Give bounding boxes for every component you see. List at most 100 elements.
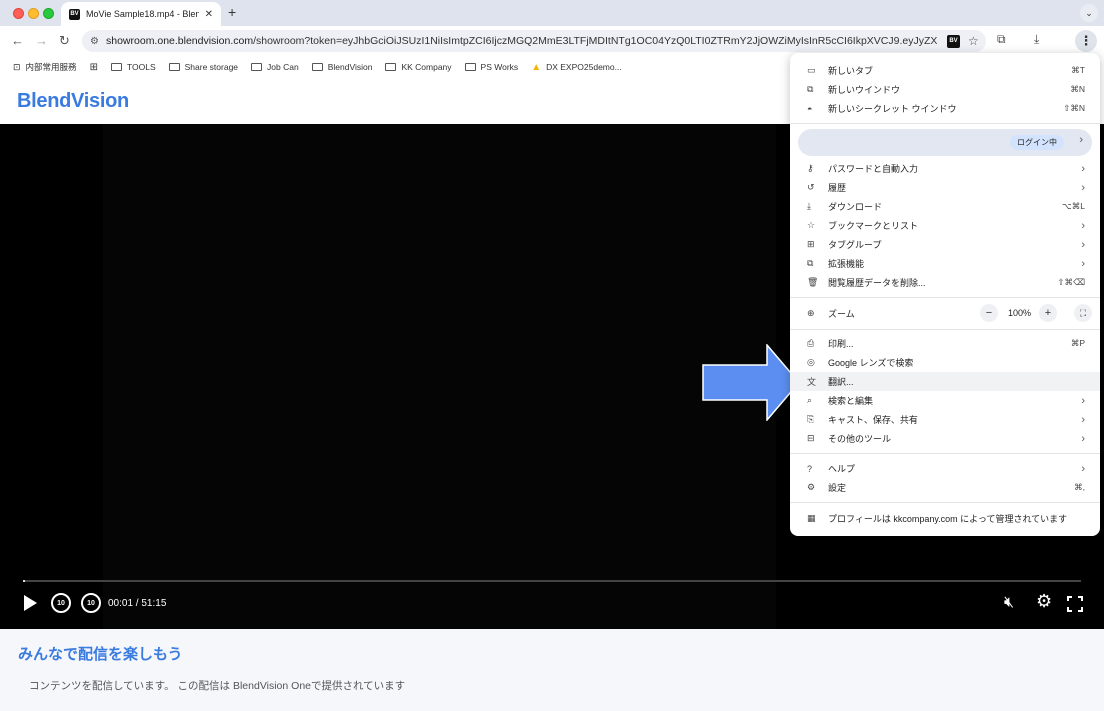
tab-title: MoVie Sample18.mp4 - BlendVision: [86, 9, 199, 19]
browser-tab[interactable]: BV MoVie Sample18.mp4 - BlendVision ✕: [61, 2, 221, 26]
stream-info: みんなで配信を楽しもう コンテンツを配信しています。 この配信は BlendVi…: [0, 629, 1104, 711]
apps-grid-icon: ⊞: [89, 61, 98, 73]
find-page-icon: ⌕: [807, 395, 813, 405]
menu-item-cast-save-share[interactable]: ⎘ キャスト、保存、共有 ›: [790, 410, 1100, 429]
seek-progress: [23, 580, 25, 582]
url-text: showroom.one.blendvision.com/showroom?to…: [106, 35, 937, 47]
maximize-window-button[interactable]: [43, 8, 54, 19]
folder-icon: [311, 63, 323, 71]
new-window-icon: ⧉: [807, 84, 814, 94]
trash-icon: 🗑︎: [807, 277, 819, 287]
fullscreen-icon[interactable]: [1067, 596, 1083, 612]
bookmark-folder-share-storage[interactable]: Share storage: [168, 62, 238, 72]
chrome-main-menu: ▭ 新しいタブ ⌘T ⧉ 新しいウインドウ ⌘N ◓ 新しいシークレット ウイン…: [790, 53, 1100, 536]
toolbox-icon: ⊟: [807, 433, 815, 443]
play-icon[interactable]: [22, 594, 38, 612]
tab-search-button[interactable]: ⌄: [1080, 4, 1098, 22]
menu-item-downloads[interactable]: ⤓ ダウンロード ⌥⌘L: [790, 197, 1100, 216]
blendvision-favicon-icon: BV: [69, 8, 80, 20]
settings-gear-icon[interactable]: ⚙: [1036, 591, 1052, 612]
chrome-menu-button[interactable]: ⋮: [1075, 30, 1097, 52]
fullscreen-button[interactable]: ⛶: [1074, 304, 1092, 322]
menu-item-new-incognito[interactable]: ◓ 新しいシークレット ウインドウ ⇧⌘N: [790, 99, 1100, 118]
browser-toolbar: ← → ↻ ⚙ showroom.one.blendvision.com/sho…: [0, 26, 1104, 56]
gear-icon: ⚙: [807, 482, 816, 492]
chevron-right-icon: ›: [1081, 219, 1085, 232]
download-icon[interactable]: ⤓: [1034, 32, 1039, 47]
menu-item-google-lens[interactable]: ◎ Google レンズで検索: [790, 353, 1100, 372]
bookmark-folder-tools[interactable]: TOOLS: [110, 62, 156, 72]
menu-item-clear-data[interactable]: 🗑︎ 閲覧履歴データを削除... ⇧⌘⌫: [790, 273, 1100, 292]
chevron-right-icon: ›: [1081, 432, 1085, 445]
extensions-puzzle-icon[interactable]: ⧉: [997, 32, 1006, 47]
bookmark-folder-ps-works[interactable]: PS Works: [464, 62, 518, 72]
menu-divider: [790, 297, 1100, 298]
chevron-right-icon: ›: [1081, 462, 1085, 475]
menu-item-help[interactable]: ? ヘルプ ›: [790, 459, 1100, 478]
new-tab-button[interactable]: +: [228, 4, 236, 20]
chevron-right-icon: ›: [1081, 238, 1085, 251]
building-icon: ▦: [807, 513, 816, 523]
translate-icon: 文: [807, 377, 817, 387]
pointer-arrow-annotation: [702, 344, 800, 421]
video-frame: [103, 124, 776, 629]
seek-bar[interactable]: [23, 580, 1081, 582]
tab-groups-icon: ⊞: [807, 239, 815, 249]
google-drive-icon: ▲: [531, 61, 542, 73]
menu-item-print[interactable]: ⎙ 印刷... ⌘P: [790, 334, 1100, 353]
menu-item-translate[interactable]: 文 翻訳...: [790, 372, 1100, 391]
menu-item-new-tab[interactable]: ▭ 新しいタブ ⌘T: [790, 61, 1100, 80]
menu-profile-row[interactable]: ログイン中 ›: [798, 129, 1092, 156]
menu-item-passwords[interactable]: ⚷ パスワードと自動入力 ›: [790, 159, 1100, 178]
tab-close-button[interactable]: ✕: [205, 9, 213, 20]
menu-item-find-edit[interactable]: ⌕ 検索と編集 ›: [790, 391, 1100, 410]
new-tab-icon: ▭: [807, 65, 816, 75]
mute-icon[interactable]: 🔇︎: [1004, 594, 1014, 612]
menu-divider: [790, 329, 1100, 330]
minimize-window-button[interactable]: [28, 8, 39, 19]
menu-item-managed-profile[interactable]: ▦ プロフィールは kkcompany.com によって管理されています: [790, 509, 1100, 528]
folder-icon: [168, 63, 180, 71]
bookmark-folder-blendvision[interactable]: BlendVision: [311, 62, 372, 72]
menu-item-extensions[interactable]: ⧉ 拡張機能 ›: [790, 254, 1100, 273]
playback-time: 00:01 / 51:15: [108, 598, 167, 609]
menu-item-tab-groups[interactable]: ⊞ タブグループ ›: [790, 235, 1100, 254]
chevron-right-icon: ›: [1081, 162, 1085, 175]
skip-back-10-button[interactable]: 10: [51, 593, 71, 613]
lens-icon: ◎: [807, 357, 815, 367]
bookmark-star-icon[interactable]: ☆: [968, 34, 986, 48]
zoom-in-button[interactable]: +: [1039, 304, 1057, 322]
menu-divider: [790, 453, 1100, 454]
site-info-icon[interactable]: ⚙: [90, 36, 106, 47]
menu-item-new-window[interactable]: ⧉ 新しいウインドウ ⌘N: [790, 80, 1100, 99]
blendvision-logo[interactable]: BlendVision: [17, 90, 129, 113]
address-bar[interactable]: ⚙ showroom.one.blendvision.com/showroom?…: [82, 30, 986, 52]
menu-item-settings[interactable]: ⚙ 設定 ⌘,: [790, 478, 1100, 497]
save-page-icon: ⎘: [807, 414, 815, 424]
bookmark-folder-job-can[interactable]: Job Can: [251, 62, 299, 72]
folder-icon: [464, 63, 476, 71]
download-icon: ⤓: [807, 201, 811, 211]
bookmark-dx-expo[interactable]: ▲ DX EXPO25demo...: [531, 62, 622, 73]
skip-forward-10-button[interactable]: 10: [81, 593, 101, 613]
forward-arrow-icon[interactable]: →: [35, 33, 48, 48]
menu-item-bookmarks[interactable]: ☆ ブックマークとリスト ›: [790, 216, 1100, 235]
reload-icon[interactable]: ↻: [59, 33, 70, 49]
bookmark-folder-kk-company[interactable]: KK Company: [385, 62, 452, 72]
help-icon: ?: [807, 463, 813, 474]
zoom-out-button[interactable]: −: [980, 304, 998, 322]
chevron-right-icon: ›: [1081, 413, 1085, 426]
puzzle-icon: ⧉: [807, 258, 814, 268]
menu-divider: [790, 502, 1100, 503]
zoom-level: 100%: [1008, 308, 1032, 318]
stream-title: みんなで配信を楽しもう: [18, 646, 183, 663]
blendvision-extension-icon[interactable]: BV: [947, 34, 960, 48]
chevron-right-icon: ›: [1081, 181, 1085, 194]
history-icon: ↺: [807, 182, 815, 192]
close-window-button[interactable]: [13, 8, 24, 19]
bookmark-internal-services[interactable]: ⊡ 内部常用服務: [13, 61, 77, 73]
menu-item-history[interactable]: ↺ 履歴 ›: [790, 178, 1100, 197]
menu-item-more-tools[interactable]: ⊟ その他のツール ›: [790, 429, 1100, 448]
bookmark-apps[interactable]: ⊞: [90, 62, 98, 73]
back-arrow-icon[interactable]: ←: [11, 33, 24, 48]
